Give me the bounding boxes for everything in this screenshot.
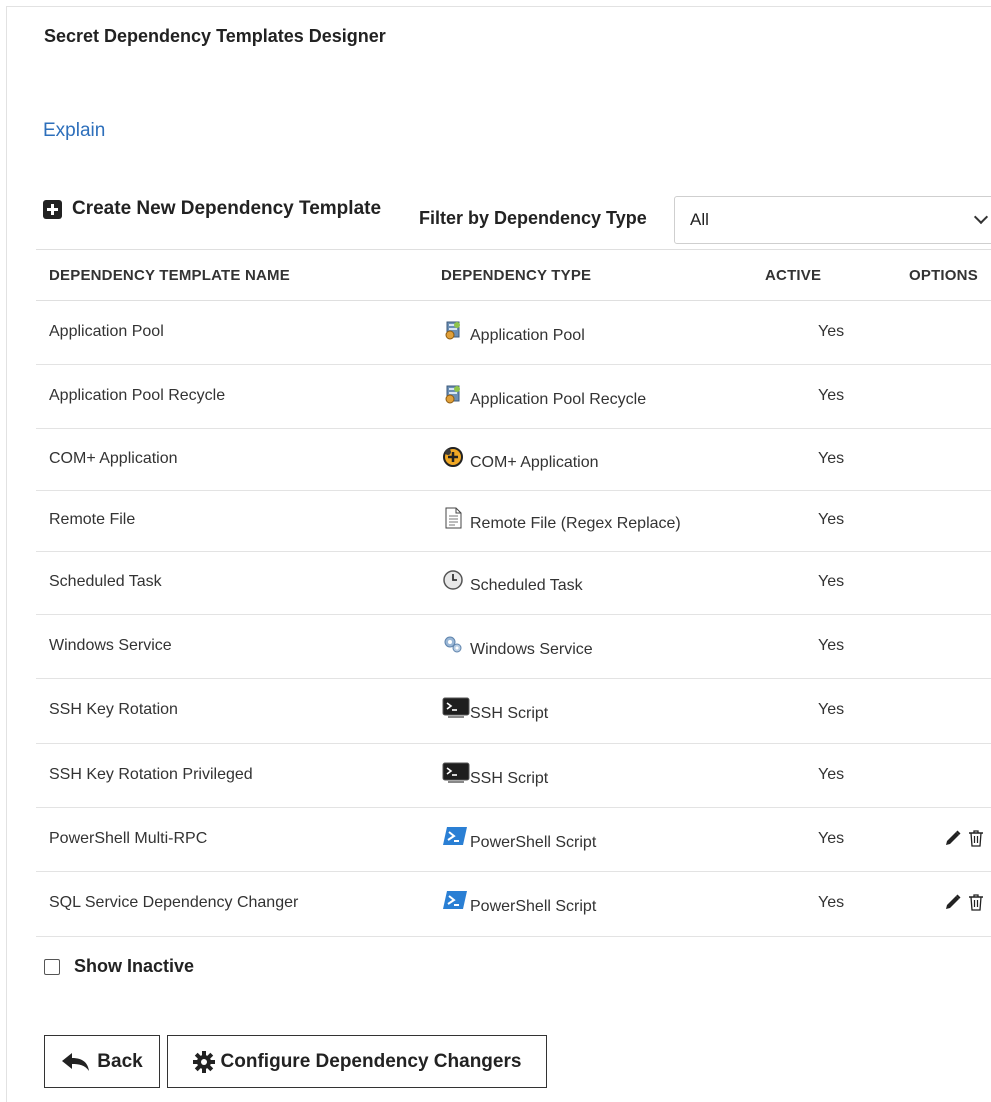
template-name[interactable]: Application Pool (49, 323, 164, 341)
app-pool-icon (442, 383, 464, 405)
back-label: Back (97, 1050, 143, 1072)
dependency-type-label: SSH Script (470, 770, 549, 787)
table-row: Scheduled Task Scheduled Task Yes (36, 552, 991, 615)
active-status: Yes (818, 766, 845, 783)
dependency-type-label: Application Pool Recycle (470, 391, 647, 408)
active-status: Yes (818, 573, 845, 590)
table-row: SSH Key Rotation Privileged SSH Script Yes (36, 744, 991, 808)
table-row: PowerShell Multi-RPC PowerShell Script Yes (36, 808, 991, 872)
dependency-type-label: Windows Service (470, 641, 593, 658)
show-inactive-toggle[interactable]: Show Inactive (44, 956, 194, 977)
dependency-type-cell: COM+ Application (442, 446, 599, 471)
dependency-type-label: Remote File (Regex Replace) (470, 515, 681, 532)
dependency-type-cell: PowerShell Script (442, 890, 596, 915)
trash-icon[interactable] (968, 893, 984, 916)
table-row: Application Pool Application Pool Yes (36, 301, 991, 365)
dependency-type-cell: Remote File (Regex Replace) (442, 507, 681, 532)
terminal-icon (442, 762, 470, 784)
dependency-type-label: SSH Script (470, 705, 549, 722)
template-name[interactable]: Scheduled Task (49, 573, 162, 591)
dependency-type-cell: Application Pool Recycle (442, 383, 646, 408)
table-row: Windows Service Windows Service Yes (36, 615, 991, 679)
table-row: Remote File Remote File (Regex Replace) Ye… (36, 491, 991, 552)
table-row: SQL Service Dependency Changer PowerShell… (36, 872, 991, 937)
template-name[interactable]: SSH Key Rotation (49, 701, 178, 719)
dependency-type-cell: SSH Script (442, 697, 548, 722)
show-inactive-label: Show Inactive (74, 956, 195, 976)
table-body: Application Pool Application Pool Yes Appli… (36, 301, 991, 937)
dependency-type-cell: Scheduled Task (442, 569, 583, 594)
column-header-name[interactable]: DEPENDENCY TEMPLATE NAME (49, 267, 290, 284)
active-status: Yes (818, 387, 845, 404)
dependency-type-cell: Application Pool (442, 319, 585, 344)
dependency-type-label: PowerShell Script (470, 834, 597, 851)
active-status: Yes (818, 830, 845, 847)
document-icon (442, 507, 464, 529)
dependency-type-label: Application Pool (470, 327, 585, 344)
com-plus-icon (442, 446, 464, 468)
template-name[interactable]: Windows Service (49, 637, 172, 655)
page-title: Secret Dependency Templates Designer (44, 26, 386, 46)
configure-label: Configure Dependency Changers (220, 1050, 522, 1072)
dependency-type-filter[interactable]: All (674, 196, 991, 244)
dependency-type-label: Scheduled Task (470, 577, 583, 594)
active-status: Yes (818, 323, 845, 340)
template-name[interactable]: Application Pool Recycle (49, 387, 225, 405)
template-name[interactable]: Remote File (49, 511, 135, 529)
configure-dependency-changers-button[interactable]: Configure Dependency Changers (167, 1035, 547, 1088)
plus-square-icon (43, 199, 62, 219)
template-name[interactable]: PowerShell Multi-RPC (49, 830, 207, 848)
template-name[interactable]: SSH Key Rotation Privileged (49, 766, 253, 784)
row-options (944, 893, 984, 916)
reply-arrow-icon (62, 1052, 90, 1071)
table-row: SSH Key Rotation SSH Script Yes (36, 679, 991, 744)
gear-icon (192, 1050, 215, 1073)
pencil-icon[interactable] (944, 829, 962, 852)
explain-link[interactable]: Explain (43, 120, 105, 142)
dependency-type-cell: SSH Script (442, 762, 548, 787)
row-options (944, 829, 984, 852)
templates-table: DEPENDENCY TEMPLATE NAME DEPENDENCY TYPE… (36, 249, 991, 937)
dependency-type-cell: PowerShell Script (442, 826, 596, 851)
powershell-icon (442, 890, 467, 912)
clock-icon (442, 569, 464, 591)
active-status: Yes (818, 450, 845, 467)
table-row: Application Pool Recycle Application Pool… (36, 365, 991, 429)
template-name[interactable]: COM+ Application (49, 450, 178, 468)
create-template-label: Create New Dependency Template (72, 198, 382, 219)
show-inactive-checkbox[interactable] (44, 958, 60, 975)
dependency-type-label: PowerShell Script (470, 898, 597, 915)
table-row: COM+ Application COM+ Application Yes (36, 429, 991, 491)
active-status: Yes (818, 511, 845, 528)
gears-icon (442, 633, 464, 655)
create-template-button[interactable]: Create New Dependency Template (43, 198, 381, 220)
column-header-type[interactable]: DEPENDENCY TYPE (441, 267, 591, 284)
filter-label: Filter by Dependency Type (419, 208, 647, 228)
table-header: DEPENDENCY TEMPLATE NAME DEPENDENCY TYPE… (36, 249, 991, 301)
active-status: Yes (818, 637, 845, 654)
column-header-active[interactable]: ACTIVE (765, 267, 821, 284)
terminal-icon (442, 697, 470, 719)
pencil-icon[interactable] (944, 893, 962, 916)
back-button[interactable]: Back (44, 1035, 160, 1088)
app-pool-icon (442, 319, 464, 341)
active-status: Yes (818, 894, 845, 911)
powershell-icon (442, 826, 467, 848)
dependency-type-cell: Windows Service (442, 633, 593, 658)
filter-selected-value: All (690, 210, 709, 229)
dependency-type-label: COM+ Application (470, 454, 599, 471)
trash-icon[interactable] (968, 829, 984, 852)
column-header-options: OPTIONS (909, 267, 978, 284)
active-status: Yes (818, 701, 845, 718)
template-name[interactable]: SQL Service Dependency Changer (49, 894, 298, 912)
